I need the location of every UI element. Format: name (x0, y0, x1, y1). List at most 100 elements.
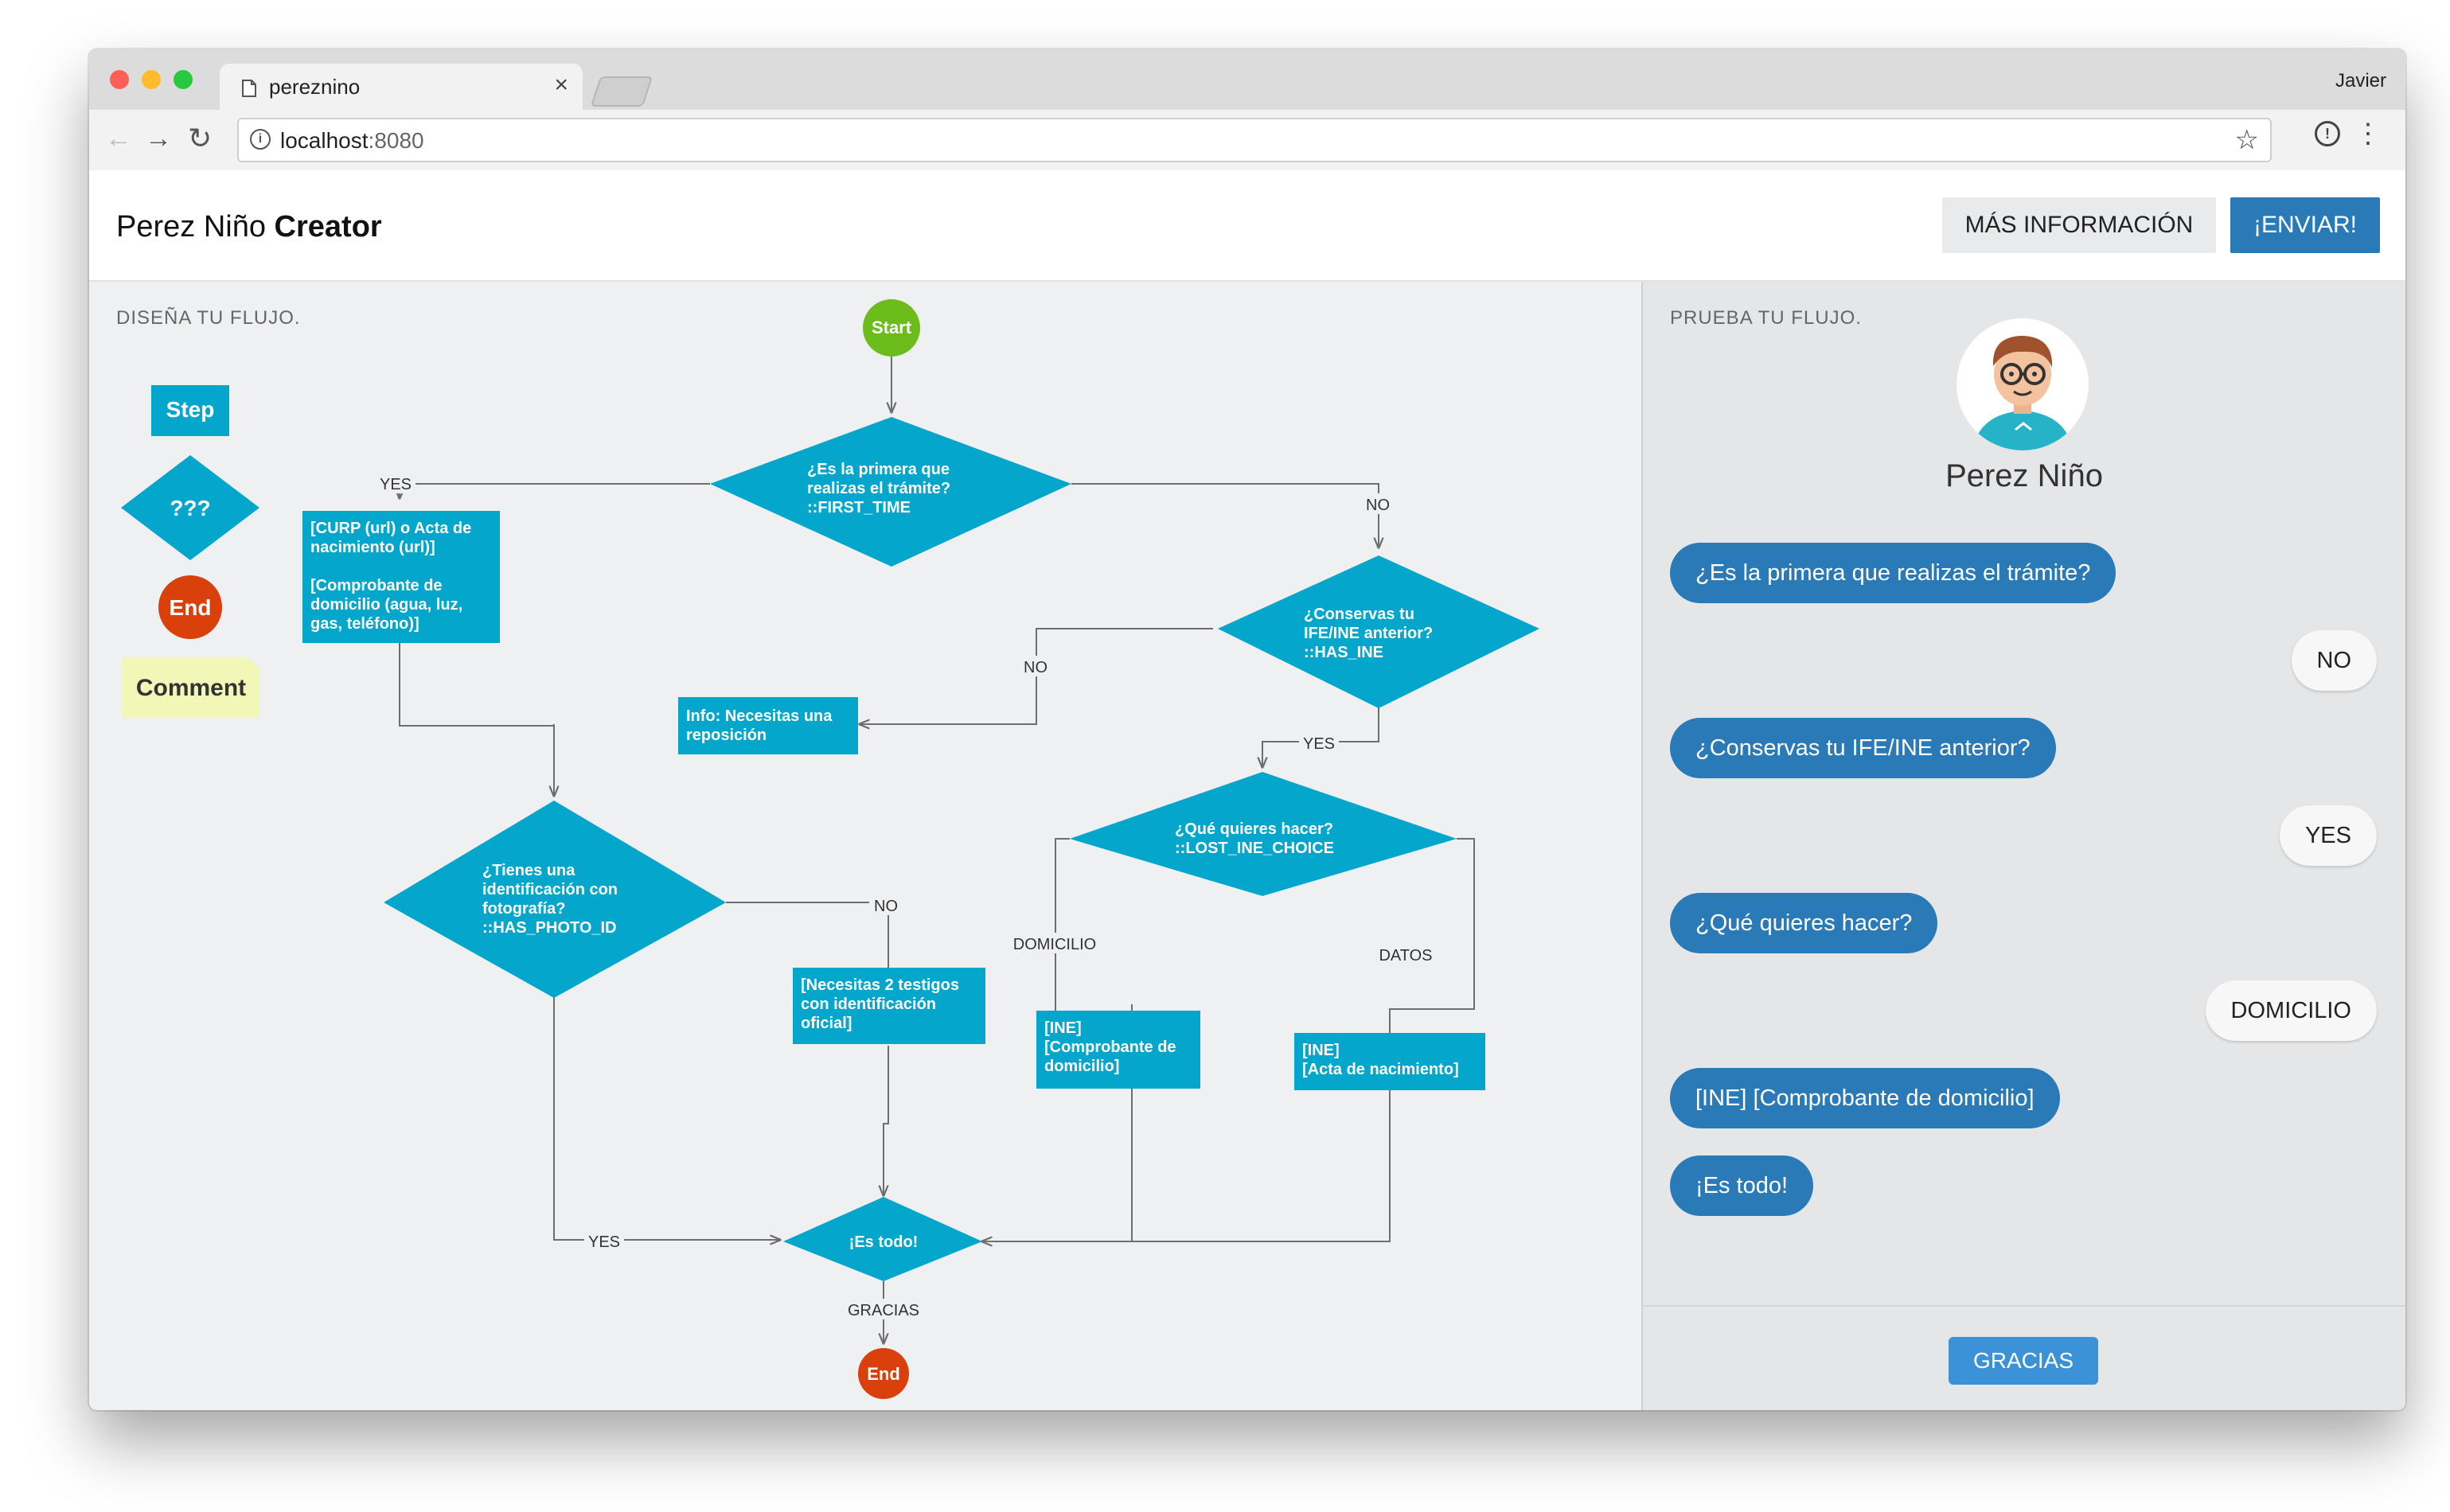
node-label-line: ¡Es todo! (849, 1233, 919, 1251)
palette-decision-label: ??? (170, 496, 210, 520)
decision-lost-ine-choice[interactable]: ¿Qué quieres hacer?::LOST_INE_CHOICE (1070, 772, 1457, 896)
send-button[interactable]: ¡ENVIAR! (2230, 197, 2380, 253)
node-label-line: reposición (686, 727, 767, 744)
reload-icon[interactable]: ↻ (188, 123, 212, 154)
edge-label: DOMICILIO (1013, 936, 1096, 953)
minimize-window-button[interactable] (142, 70, 161, 89)
step-ine-domicilio[interactable]: [INE] [Comprobante de domicilio] (1036, 1011, 1200, 1089)
edge-first-curp[interactable] (400, 483, 710, 498)
forward-arrow-icon[interactable]: → (145, 123, 172, 154)
palette: Step ??? End Comment (121, 385, 259, 718)
maximize-window-button[interactable] (174, 70, 193, 89)
node-label-line: [Necesitas 2 testigos (801, 976, 959, 994)
step-ine-acta[interactable]: [INE] [Acta de nacimiento] (1294, 1033, 1485, 1090)
app-header: Perez Niño Creator MÁS INFORMACIÓN ¡ENVI… (89, 170, 2405, 282)
edge-label: DATOS (1379, 947, 1432, 964)
node-label-line: realizas el trámite? (807, 480, 950, 497)
step-curp[interactable]: [CURP (url) o Acta de nacimiento (url)] [C… (302, 511, 500, 643)
node-label-line: [INE] (1044, 1019, 1082, 1037)
node-label-line: ::FIRST_TIME (807, 499, 911, 516)
flow-designer-panel: DISEÑA TU FLUJO. Step ??? End Comment YE… (89, 282, 1643, 1410)
node-label-line: ::LOST_INE_CHOICE (1175, 840, 1334, 857)
bot-name: Perez Niño (1945, 458, 2103, 493)
step-testigos[interactable]: [Necesitas 2 testigos con identificación o… (793, 968, 985, 1044)
palette-step-label: Step (166, 397, 215, 422)
edge-curp-merge[interactable] (399, 643, 554, 727)
edge-label: YES (1303, 735, 1335, 753)
decision-es-todo[interactable]: ¡Es todo! (783, 1197, 982, 1281)
new-tab-button[interactable] (590, 76, 653, 107)
edge-label: YES (588, 1233, 620, 1251)
extension-icon[interactable]: ! (2315, 121, 2340, 146)
bookmark-star-icon[interactable]: ☆ (2235, 124, 2259, 156)
edge-first-ine[interactable] (1071, 483, 1379, 548)
start-node[interactable]: Start (863, 299, 920, 357)
decision-has-ine[interactable]: ¿Conservas tuIFE/INE anterior?::HAS_INE (1218, 555, 1539, 708)
back-arrow-icon[interactable]: ← (105, 123, 132, 154)
node-label-line: nacimiento (url)] (310, 539, 435, 556)
chat-message-user: YES (2279, 805, 2377, 866)
chat-message-bot: ¿Qué quieres hacer? (1670, 893, 1938, 953)
node-label-line: [CURP (url) o Acta de (310, 520, 471, 537)
decision-has-photo-id[interactable]: ¿Tienes una identificación con fotografía?… (384, 801, 726, 998)
node-label-line: con identificación (801, 996, 936, 1013)
site-info-icon[interactable]: i (250, 129, 271, 150)
node-label-line: IFE/INE anterior? (1304, 625, 1433, 642)
flow-nodes: Start ¿Es la primera querealizas el trám… (302, 299, 1539, 1399)
tab-title: pereznino (269, 75, 361, 99)
reply-gracias-button[interactable]: GRACIAS (1949, 1337, 2098, 1385)
edge-acta-todo[interactable] (982, 1090, 1391, 1242)
app-brand: Perez Niño Creator (116, 210, 382, 244)
node-label-line: ::HAS_PHOTO_ID (482, 919, 617, 937)
chat-message-user: NO (2291, 630, 2377, 691)
node-label-line: [Acta de nacimiento] (1302, 1061, 1459, 1078)
node-label-line: ::HAS_INE (1304, 644, 1383, 661)
node-label-line: ¿Tienes una (482, 862, 575, 879)
edge-label: NO (1366, 497, 1390, 514)
edge-label: GRACIAS (848, 1302, 919, 1319)
node-label-line: [INE] (1302, 1042, 1340, 1059)
chat-message-bot: [INE] [Comprobante de domicilio] (1670, 1068, 2060, 1128)
edge-photo-testigos[interactable] (726, 902, 888, 979)
chat-message-user: DOMICILIO (2205, 980, 2377, 1041)
edge-dom-todo[interactable] (982, 1089, 1133, 1241)
step-info-reposicion[interactable]: Info: Necesitas una reposición (678, 697, 858, 754)
browser-toolbar: ← → ↻ i localhost:8080 ☆ ! ⋮ (89, 110, 2405, 172)
edge-photo-todo[interactable] (553, 996, 780, 1240)
palette-comment-label: Comment (136, 675, 246, 701)
chat-message-bot: ¿Es la primera que realizas el trámite? (1670, 543, 2116, 603)
close-window-button[interactable] (110, 70, 129, 89)
flow-tester-panel: PRUEBA TU FLUJO. Perez Niño ¿Es la prime… (1643, 282, 2405, 1410)
node-label-line: gas, teléfono)] (310, 615, 419, 633)
profile-name[interactable]: Javier (2335, 70, 2386, 92)
node-label-line: End (867, 1364, 900, 1384)
node-label-line: fotografía? (482, 900, 565, 918)
end-node[interactable]: End (858, 1348, 909, 1399)
decision-first-time[interactable]: ¿Es la primera querealizas el trámite?::… (710, 417, 1071, 567)
node-label-line: oficial] (801, 1015, 852, 1032)
edge-choice-datos[interactable] (1390, 838, 1475, 1046)
browser-tab[interactable]: pereznino × (220, 64, 583, 110)
browser-window: pereznino × Javier ← → ↻ i localhost:808… (89, 49, 2405, 1410)
edge-label: NO (874, 898, 898, 915)
browser-menu-icon[interactable]: ⋮ (2354, 118, 2382, 150)
node-label-line: [Comprobante de (310, 577, 443, 594)
tab-close-icon[interactable]: × (554, 72, 568, 99)
node-label-line: domicilio] (1044, 1058, 1119, 1075)
page-icon (242, 80, 256, 97)
url-text[interactable]: localhost:8080 (280, 128, 424, 154)
address-bar[interactable]: i localhost:8080 ☆ (237, 118, 2272, 162)
node-label-line: identificación con (482, 881, 618, 898)
flow-canvas[interactable]: Step ??? End Comment YES NO NO YES DOMIC… (89, 282, 1641, 1410)
node-label-line: Start (872, 318, 912, 337)
node-label-line: ¿Qué quieres hacer? (1175, 820, 1333, 838)
more-info-button[interactable]: MÁS INFORMACIÓN (1942, 197, 2216, 253)
palette-end-label: End (170, 595, 212, 620)
edge-testigos-todo[interactable] (884, 1046, 889, 1195)
tester-title: PRUEBA TU FLUJO. (1670, 307, 1862, 329)
node-label-line: ¿Es la primera que (807, 461, 950, 478)
node-label-line: ¿Conservas tu (1304, 606, 1414, 623)
node-label-line: Info: Necesitas una (686, 707, 833, 725)
edge-label: NO (1024, 659, 1047, 676)
bot-avatar (1956, 318, 2089, 450)
